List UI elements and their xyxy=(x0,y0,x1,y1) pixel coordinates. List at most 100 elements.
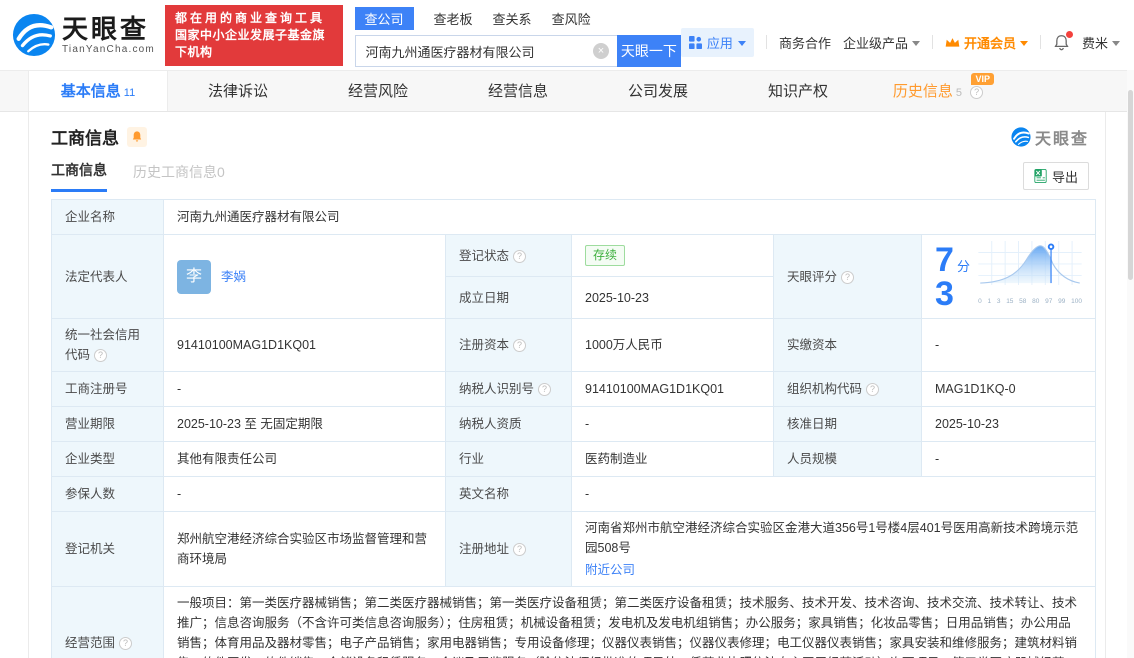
clear-icon[interactable]: × xyxy=(592,43,609,59)
established-value: 2025-10-23 xyxy=(571,276,774,319)
search-tabs: 查公司 查老板 查关系 查风险 xyxy=(354,7,681,30)
field-label: 参保人数 xyxy=(51,476,164,512)
help-icon[interactable]: ? xyxy=(119,637,133,650)
help-icon[interactable]: ? xyxy=(94,349,108,362)
org-code-value: MAG1D1KQ-0 xyxy=(920,371,1097,407)
help-icon[interactable]: ? xyxy=(538,383,552,396)
taxpayer-quality-value: - xyxy=(571,406,774,442)
export-button[interactable]: 导出 xyxy=(1022,162,1089,190)
tab-legal-litigation[interactable]: 法律诉讼 xyxy=(168,71,308,111)
notifications-bell[interactable] xyxy=(1053,30,1073,51)
help-icon[interactable]: ? xyxy=(513,543,527,556)
help-icon[interactable]: ? xyxy=(866,383,880,396)
field-label: 人员规模 xyxy=(773,441,922,477)
score-axis-labels: 01 3 15 58 80 97 99 100 xyxy=(978,298,1082,305)
search-button[interactable]: 天眼一下 xyxy=(616,35,681,67)
table-row: 参保人数 - 英文名称 - xyxy=(51,476,1097,512)
approval-date-value: 2025-10-23 xyxy=(920,406,1097,442)
help-icon[interactable]: ? xyxy=(513,249,527,263)
table-row: 企业类型 其他有限责任公司 行业 医药制造业 人员规模 - xyxy=(51,441,1097,477)
industry-value: 医药制造业 xyxy=(571,441,774,477)
company-type-value: 其他有限责任公司 xyxy=(163,441,446,477)
field-label: 行业 xyxy=(445,441,572,477)
subtab-history-business-info[interactable]: 历史工商信息0 xyxy=(133,162,225,191)
search-module: 查公司 查老板 查关系 查风险 × 天眼一下 xyxy=(354,7,681,67)
table-row: 登记机关 郑州航空港经济综合实验区市场监督管理和营商环境局 注册地址? 河南省郑… xyxy=(51,511,1097,587)
notification-dot xyxy=(1065,30,1073,38)
business-info-table: 企业名称 河南九州通医疗器材有限公司 法定代表人 李 李娲 登记状态? 存续 天… xyxy=(51,199,1097,658)
tab-intellectual-property[interactable]: 知识产权 xyxy=(728,71,868,111)
field-label: 天眼评分? xyxy=(773,234,922,319)
slogan-line-2: 国家中小企业发展子基金旗下机构 xyxy=(174,27,325,59)
field-label: 英文名称 xyxy=(445,476,572,512)
field-label: 纳税人资质 xyxy=(445,406,572,442)
divider xyxy=(765,35,767,49)
table-row: 营业期限 2025-10-23 至 无固定期限 纳税人资质 - 核准日期 202… xyxy=(51,406,1097,442)
reg-number-value: - xyxy=(163,371,446,407)
tab-company-development[interactable]: 公司发展 xyxy=(588,71,728,111)
brand-logo[interactable]: 天眼查 TianYanCha.com 都在用的商业查询工具 国家中小企业发展子基… xyxy=(12,4,343,66)
chevron-down-icon xyxy=(911,40,920,46)
legal-rep-link[interactable]: 李娲 xyxy=(221,267,246,287)
field-label: 成立日期 xyxy=(445,276,572,319)
subscribe-bell-button[interactable] xyxy=(127,126,147,147)
apps-grid-icon xyxy=(688,35,702,49)
scrollbar-track[interactable] xyxy=(1127,70,1134,658)
tianyancha-logo-icon xyxy=(1011,126,1031,147)
brand-domain: TianYanCha.com xyxy=(62,43,155,55)
chevron-down-icon xyxy=(737,40,746,46)
tab-basic-info[interactable]: 基本信息 11 xyxy=(28,71,168,111)
search-tab-relation[interactable]: 查关系 xyxy=(493,7,532,30)
address-cell: 河南省郑州市航空港经济综合实验区金港大道356号1号楼4层401号医用高新技术跨… xyxy=(570,511,1097,587)
english-name-value: - xyxy=(570,476,1097,512)
scrollbar-thumb[interactable] xyxy=(1128,90,1133,280)
tab-history-info[interactable]: VIP 历史信息 5 ? xyxy=(868,71,1008,111)
slogan-line-1: 都在用的商业查询工具 xyxy=(174,10,325,25)
table-row: 统一社会信用代码? 91410100MAG1D1KQ01 注册资本? 1000万… xyxy=(51,318,1097,372)
score-value: 73 分 xyxy=(935,240,971,313)
business-info-card: 工商信息 天眼查 工商信息 历史工商信息0 导出 企业名称 河南九州通医疗器材有… xyxy=(28,112,1106,658)
uscc-value: 91410100MAG1D1KQ01 xyxy=(163,318,446,372)
help-icon[interactable]: ? xyxy=(841,270,855,284)
search-tab-risk[interactable]: 查风险 xyxy=(552,7,591,30)
search-tab-boss[interactable]: 查老板 xyxy=(434,7,473,30)
help-icon[interactable]: ? xyxy=(513,339,527,352)
field-label: 核准日期 xyxy=(773,406,922,442)
excel-icon xyxy=(1034,169,1047,183)
nav-user[interactable]: 费米 xyxy=(1082,33,1120,52)
score-distribution-chart: 01 3 15 58 80 97 99 100 xyxy=(978,241,1082,312)
company-name-value: 河南九州通医疗器材有限公司 xyxy=(162,199,1097,235)
vip-badge: VIP xyxy=(971,73,994,85)
subtab-business-info[interactable]: 工商信息 xyxy=(51,160,107,192)
nav-open-vip[interactable]: 开通会员 xyxy=(945,33,1028,52)
divider xyxy=(931,35,933,49)
nearby-companies-link[interactable]: 附近公司 xyxy=(585,560,1082,580)
address-value: 河南省郑州市航空港经济综合实验区金港大道356号1号楼4层401号医用高新技术跨… xyxy=(585,521,1079,555)
bell-icon xyxy=(132,131,142,142)
field-label: 纳税人识别号? xyxy=(445,371,572,407)
field-label: 经营范围? xyxy=(51,586,164,658)
table-row: 法定代表人 李 李娲 登记状态? 存续 天眼评分? 73 分 0 1 3 15 … xyxy=(51,234,1097,319)
field-label: 组织机构代码? xyxy=(773,371,922,407)
field-label: 法定代表人 xyxy=(51,234,164,319)
nav-cooperation[interactable]: 商务合作 xyxy=(779,33,831,52)
help-icon[interactable]: ? xyxy=(970,86,984,99)
search-input[interactable] xyxy=(354,35,617,67)
reg-authority-value: 郑州航空港经济综合实验区市场监督管理和营商环境局 xyxy=(163,511,446,587)
field-label: 营业期限 xyxy=(51,406,164,442)
company-section-tabs: 基本信息 11 法律诉讼 经营风险 经营信息 公司发展 知识产权 VIP 历史信息… xyxy=(0,70,1134,112)
taxpayer-id-value: 91410100MAG1D1KQ01 xyxy=(571,371,774,407)
score-cell[interactable]: 73 分 0 1 3 15 58 80 97 99 100 xyxy=(920,234,1097,319)
top-header: 天眼查 TianYanCha.com 都在用的商业查询工具 国家中小企业发展子基… xyxy=(0,0,1134,70)
user-nav: 应用 商务合作 企业级产品 开通会员 费米 xyxy=(680,27,1120,57)
tianyancha-watermark: 天眼查 xyxy=(1011,125,1089,149)
apps-menu[interactable]: 应用 xyxy=(680,27,754,57)
table-row: 企业名称 河南九州通医疗器材有限公司 xyxy=(51,199,1097,235)
tab-operation-risk[interactable]: 经营风险 xyxy=(308,71,448,111)
nav-enterprise[interactable]: 企业级产品 xyxy=(843,33,920,52)
apps-label: 应用 xyxy=(706,35,733,51)
status-badge: 存续 xyxy=(585,245,626,266)
field-label: 注册地址? xyxy=(445,511,572,587)
tab-operation-info[interactable]: 经营信息 xyxy=(448,71,588,111)
search-tab-company[interactable]: 查公司 xyxy=(354,7,414,30)
